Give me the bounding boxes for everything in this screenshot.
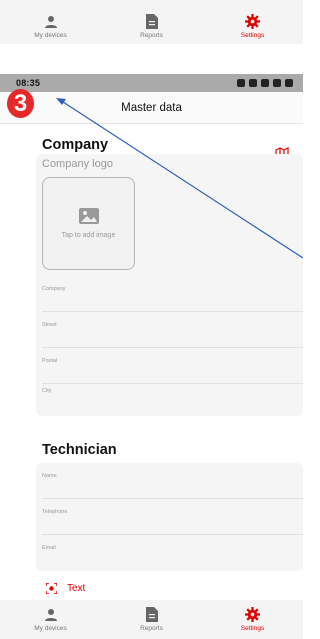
street-field[interactable]: Street xyxy=(42,312,303,348)
document-icon xyxy=(145,607,158,622)
image-icon xyxy=(78,208,99,224)
tab-my-devices[interactable]: My devices xyxy=(1,15,101,44)
camera-scan-icon xyxy=(46,583,57,594)
field-label: Postal xyxy=(42,358,58,364)
add-image-hint: Tap to add image xyxy=(61,232,116,239)
text-action-button[interactable]: Text xyxy=(46,583,85,594)
gear-icon xyxy=(245,14,260,29)
document-icon xyxy=(145,14,158,29)
tab-my-devices[interactable]: My devices xyxy=(1,608,101,632)
field-label: Name xyxy=(42,473,57,479)
app-header: Master data xyxy=(0,92,303,124)
tab-settings[interactable]: Settings xyxy=(203,14,303,44)
page-title: Master data xyxy=(121,101,182,114)
field-label: Company xyxy=(42,286,66,292)
add-image-button[interactable]: Tap to add image xyxy=(42,177,135,270)
tab-reports[interactable]: Reports xyxy=(102,14,202,44)
city-field[interactable]: City xyxy=(42,378,303,414)
field-label: Email xyxy=(42,545,56,551)
tab-reports[interactable]: Reports xyxy=(102,607,202,632)
field-label: Street xyxy=(42,322,57,328)
email-field[interactable]: Email xyxy=(42,535,303,571)
alarm-icon xyxy=(237,79,245,87)
status-time: 08:35 xyxy=(16,78,41,88)
top-tab-bar: My devices Reports Settings xyxy=(0,0,303,44)
tab-label: Reports xyxy=(140,32,163,39)
battery-icon xyxy=(285,79,293,87)
bottom-tab-bar: My devices Reports Settings xyxy=(0,600,303,639)
field-label: Telephone xyxy=(42,509,68,515)
telephone-field[interactable]: Telephone xyxy=(42,499,303,535)
person-icon xyxy=(44,608,57,621)
step-badge: 3 xyxy=(7,89,34,118)
gear-icon xyxy=(245,607,260,622)
tab-label: My devices xyxy=(34,32,67,39)
status-icons xyxy=(237,79,293,87)
tab-label: Settings xyxy=(240,625,265,632)
technician-section-title: Technician xyxy=(42,442,117,458)
status-bar: 08:35 xyxy=(0,74,303,92)
company-section-title: Company xyxy=(42,137,109,153)
vibrate-icon xyxy=(249,79,257,87)
company-field[interactable]: Company xyxy=(42,276,303,312)
tab-label: Reports xyxy=(140,625,163,632)
signal-icon xyxy=(273,79,281,87)
company-logo-label: Company logo xyxy=(42,158,113,170)
bluetooth-icon xyxy=(261,79,269,87)
tab-settings[interactable]: Settings xyxy=(203,607,303,632)
person-icon xyxy=(44,16,57,28)
tab-label: My devices xyxy=(34,624,67,632)
tab-label: Settings xyxy=(240,32,265,39)
text-action-label: Text xyxy=(67,583,86,594)
field-label: City xyxy=(42,388,52,394)
name-field[interactable]: Name xyxy=(42,463,303,499)
